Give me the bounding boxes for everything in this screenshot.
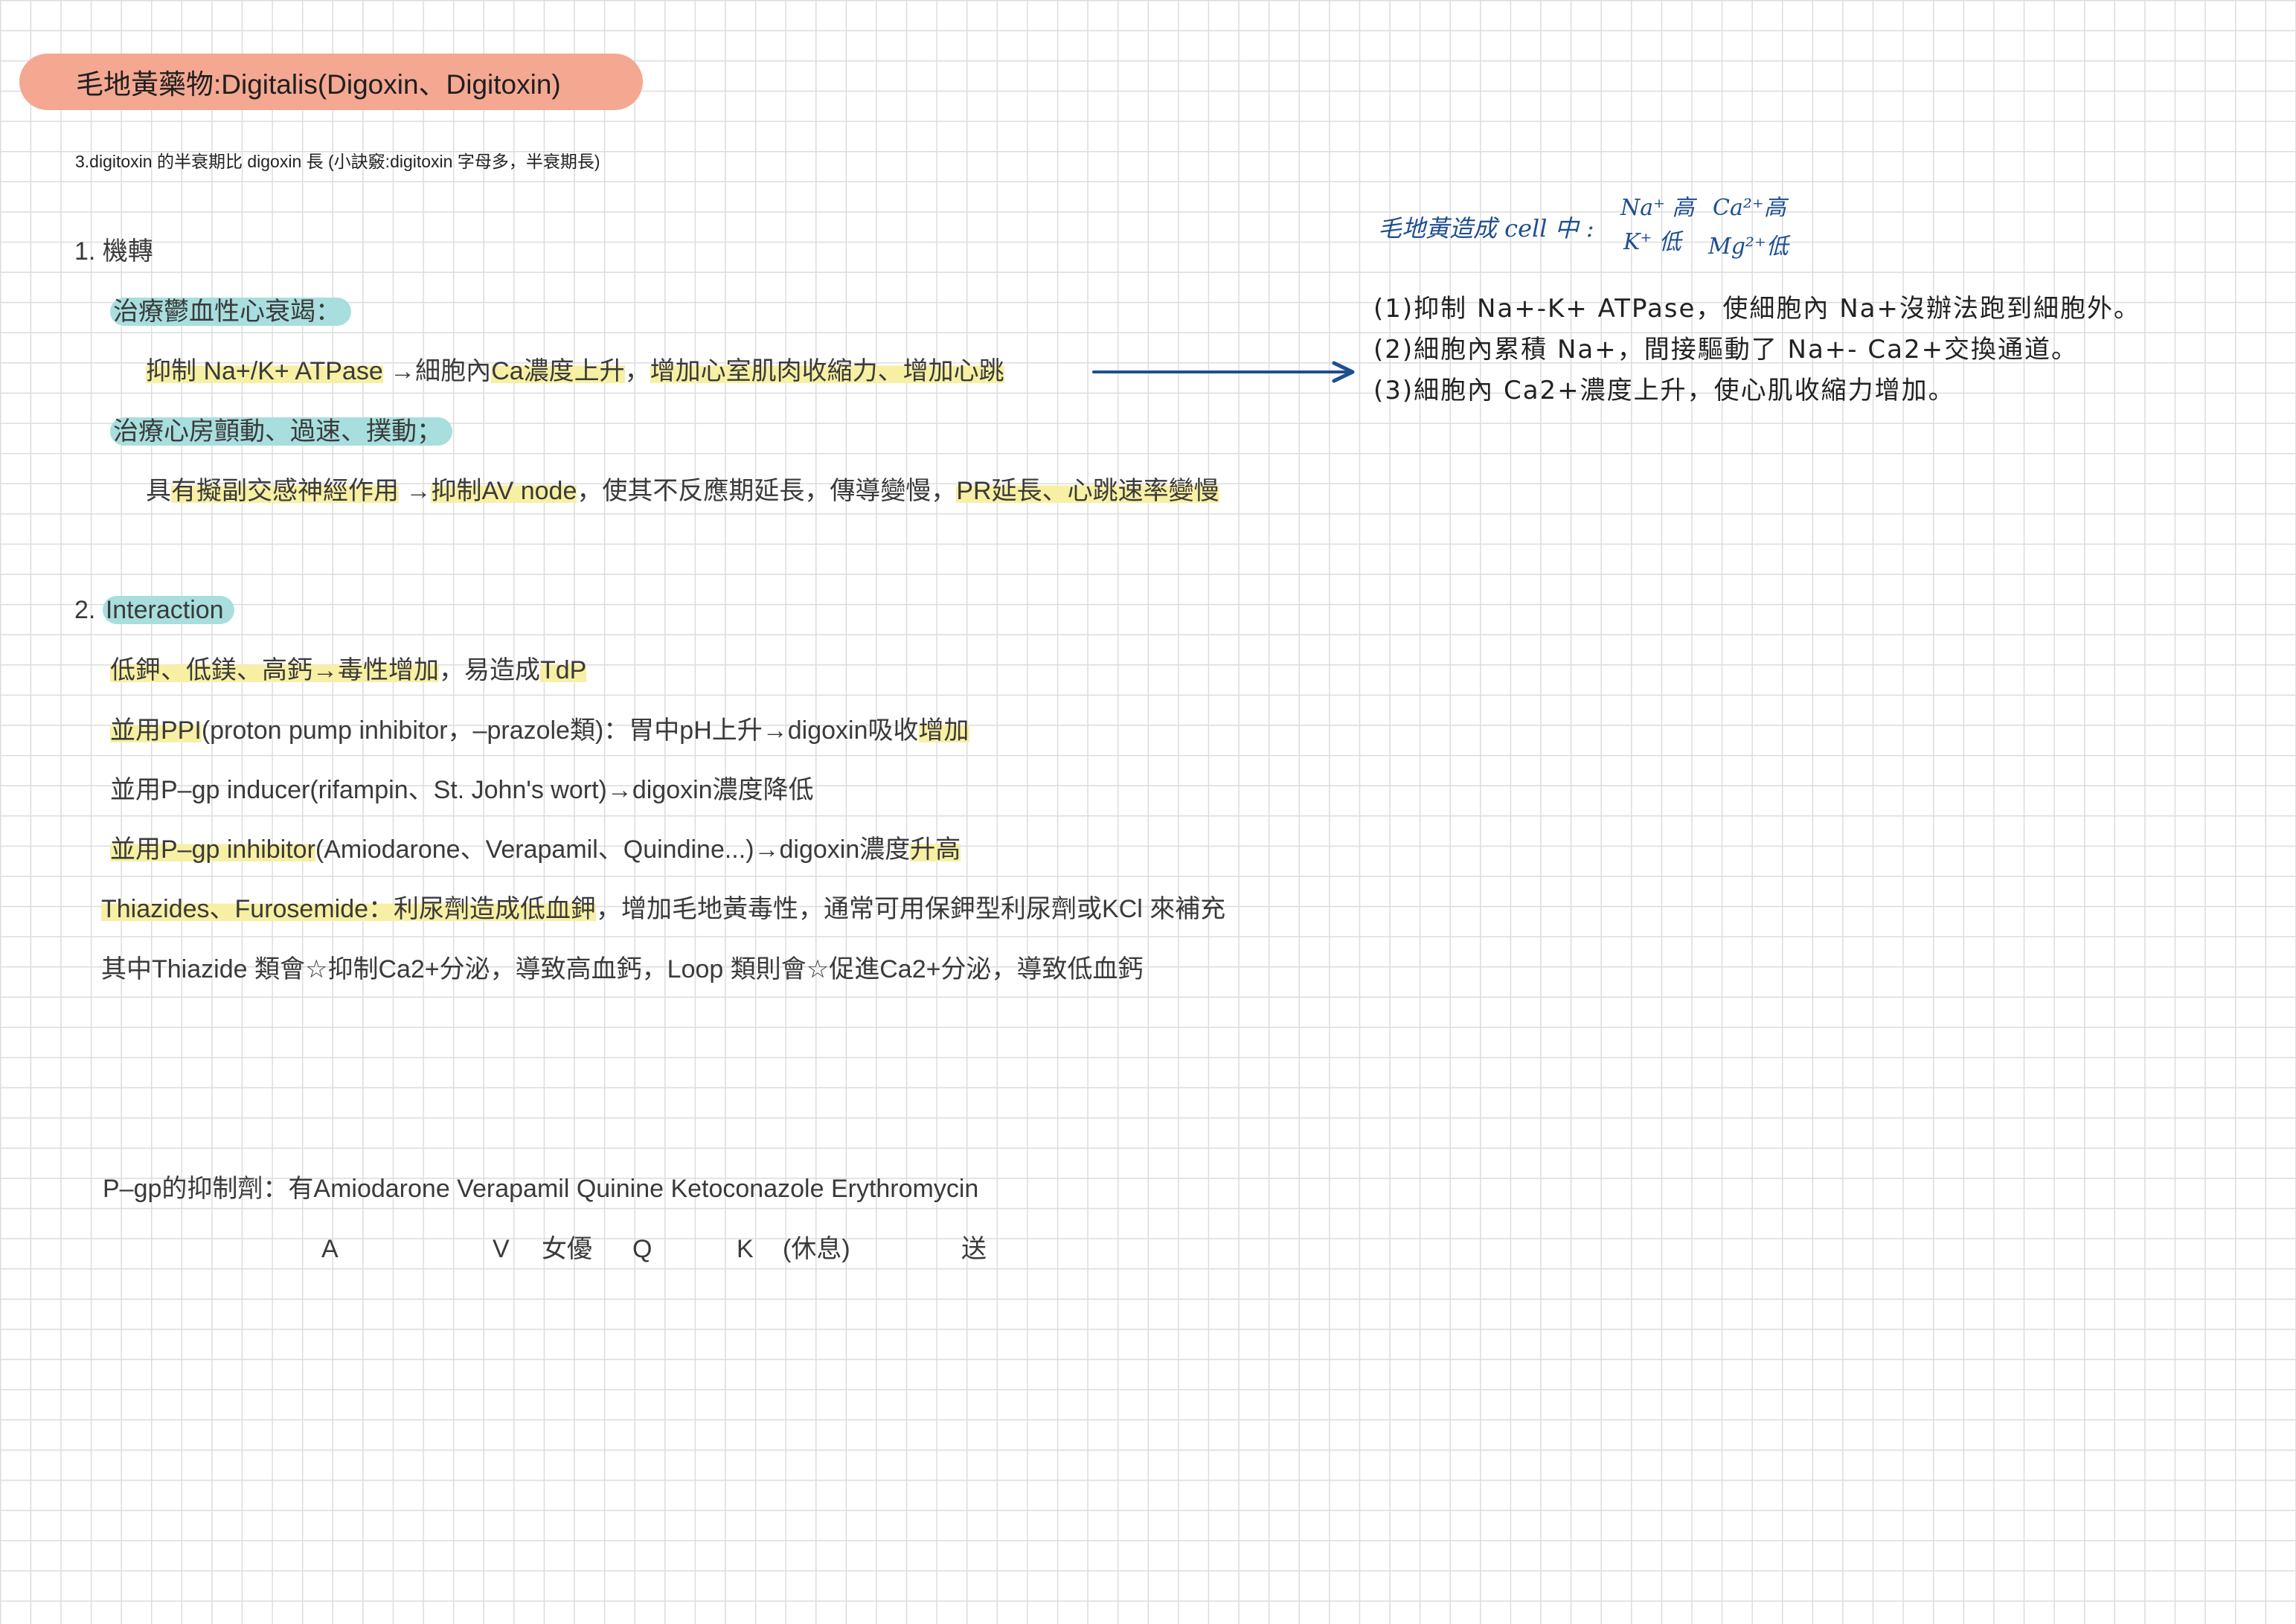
handwritten-mg-low: Mg²⁺低: [1708, 234, 1789, 260]
handwritten-point-3: (3)細胞內 Ca2+濃度上升，使心肌收縮力增加。: [1373, 376, 1955, 405]
interaction-line-1: 低鉀、低鎂、高鈣→毒性增加，易造成TdP: [110, 654, 587, 687]
interaction-line-6: 其中Thiazide 類會☆抑制Ca2+分泌，導致高血鈣，Loop 類則會☆促進…: [101, 955, 1144, 983]
mnemonic-k: K: [737, 1235, 754, 1263]
interaction-line-2: 並用PPI(proton pump inhibitor，–prazole類)：胃…: [110, 714, 969, 747]
af-line-a: 具: [146, 477, 171, 505]
right-arrow-icon: [1092, 361, 1355, 383]
af-mechanism-line: 具有擬副交感神經作用 →抑制AV node，使其不反應期延長，傳導變慢，PR延長…: [146, 475, 1219, 507]
chf-line-e: 增加心室肌肉收縮力、增加心跳: [650, 357, 1004, 385]
handwritten-k-low: K⁺ 低: [1623, 229, 1681, 255]
af-line-c: →: [399, 477, 432, 505]
section-1-heading: 1. 機轉: [74, 237, 153, 266]
af-line-e: ，使其不反應期延長，傳導變慢，: [577, 477, 957, 505]
interaction-line-3: 並用P–gp inducer(rifampin、St. John's wort)…: [110, 776, 814, 804]
l4d: 升高: [910, 835, 961, 864]
l1a: 低鉀、低鎂、高鈣→毒性增加: [110, 656, 439, 684]
interaction-line-5: Thiazides、Furosemide：利尿劑造成低血鉀，增加毛地黃毒性，通常…: [101, 893, 1225, 925]
mnemonic-a: A: [321, 1235, 339, 1263]
l1b: ，易造成: [439, 656, 540, 684]
l2a: 並用: [110, 716, 161, 745]
chf-mechanism-line: 抑制 Na+/K+ ATPase →細胞內Ca濃度上升，增加心室肌肉收縮力、增加…: [146, 355, 1004, 388]
l5a: Thiazides、Furosemide：利尿劑造成低血鉀: [101, 895, 597, 923]
af-line-d: 抑制AV node: [431, 477, 577, 505]
pgp-inhibitors-line: P–gp的抑制劑：有Amiodarone Verapamil Quinine K…: [103, 1175, 979, 1203]
handwritten-point-1: (1)抑制 Na+-K+ ATPase，使細胞內 Na+沒辦法跑到細胞外。: [1373, 294, 2141, 324]
chf-line-d: ，: [624, 357, 650, 385]
mnemonic-song: 送: [961, 1235, 987, 1263]
mnemonic-q: Q: [632, 1235, 652, 1263]
handwritten-na-high: Na⁺ 高: [1620, 195, 1695, 221]
page-title: 毛地黃藥物:Digitalis(Digoxin、Digitoxin): [76, 69, 561, 100]
section-2-number: 2.: [74, 596, 103, 624]
handwritten-header: 毛地黃造成 cell 中 :: [1378, 214, 1594, 243]
chf-line-b: →細胞內: [382, 357, 492, 385]
l5b: ，增加毛地黃毒性，通常可用保鉀型利尿劑或KCl 來補充: [596, 895, 1226, 923]
mnemonic-rest: (休息): [783, 1235, 850, 1263]
mnemonic-nvyou: 女優: [542, 1235, 592, 1263]
l4b: P–gp inhibitor: [161, 835, 315, 864]
chf-label-text: 治療鬱血性心衰竭：: [110, 298, 351, 326]
l4c: (Amiodarone、Verapamil、Quindine...)→digox…: [315, 835, 911, 864]
handwritten-ca-high: Ca²⁺高: [1713, 195, 1786, 221]
chf-label: 治療鬱血性心衰竭：: [110, 295, 351, 328]
af-label-text: 治療心房顫動、過速、撲動；: [110, 417, 452, 446]
l2d: 增加: [918, 716, 969, 745]
l2c: (proton pump inhibitor，–prazole類)：胃中pH上升…: [201, 716, 919, 745]
af-line-f: PR延長、心跳速率變慢: [956, 477, 1219, 505]
l2b: PPI: [161, 716, 202, 745]
l4a: 並用: [110, 835, 161, 864]
af-line-b: 有擬副交感神經作用: [171, 477, 399, 505]
section-2-title: Interaction: [102, 596, 234, 624]
half-life-note: 3.digitoxin 的半衰期比 digoxin 長 (小訣竅:digitox…: [75, 152, 600, 171]
l1c: TdP: [540, 656, 587, 684]
chf-line-a: 抑制 Na+/K+ ATPase: [146, 357, 383, 385]
chf-line-c: Ca濃度上升: [491, 357, 625, 385]
handwritten-point-2: (2)細胞內累積 Na+，間接驅動了 Na+- Ca2+交換通道。: [1373, 335, 2079, 365]
mnemonic-v: V: [493, 1235, 510, 1263]
section-2-heading: 2. Interaction: [74, 594, 234, 626]
interaction-line-4: 並用P–gp inhibitor(Amiodarone、Verapamil、Qu…: [110, 833, 961, 866]
af-label: 治療心房顫動、過速、撲動；: [110, 415, 452, 448]
